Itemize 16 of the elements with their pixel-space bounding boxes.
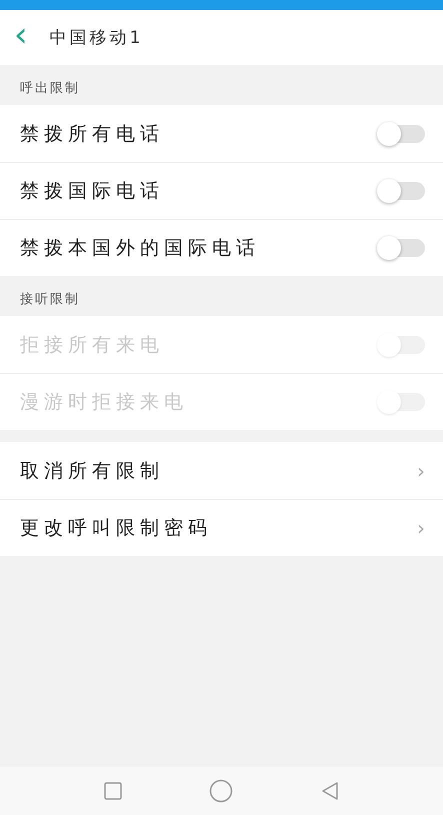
page-title: 中国移动1	[50, 27, 144, 49]
back-icon[interactable]	[320, 781, 340, 801]
setting-label: 禁拨国际电话	[20, 179, 164, 204]
menu-item[interactable]: 取消所有限制 ›	[0, 442, 443, 499]
section-header: 接听限制	[19, 291, 81, 309]
toggle-switch[interactable]	[379, 124, 425, 142]
home-icon[interactable]	[209, 779, 234, 803]
setting-label: 禁拨所有电话	[20, 122, 164, 146]
recents-icon[interactable]	[103, 781, 124, 801]
menu-item[interactable]: 更改呼叫限制密码 ›	[0, 499, 443, 556]
setting-label: 禁拨本国外的国际电话	[20, 236, 260, 261]
chevron-icon: ›	[417, 458, 425, 482]
section-header: 呼出限制	[19, 80, 81, 98]
toggle-switch[interactable]	[379, 239, 425, 257]
chevron-icon: ›	[417, 516, 425, 540]
toggle-switch[interactable]	[379, 182, 425, 200]
